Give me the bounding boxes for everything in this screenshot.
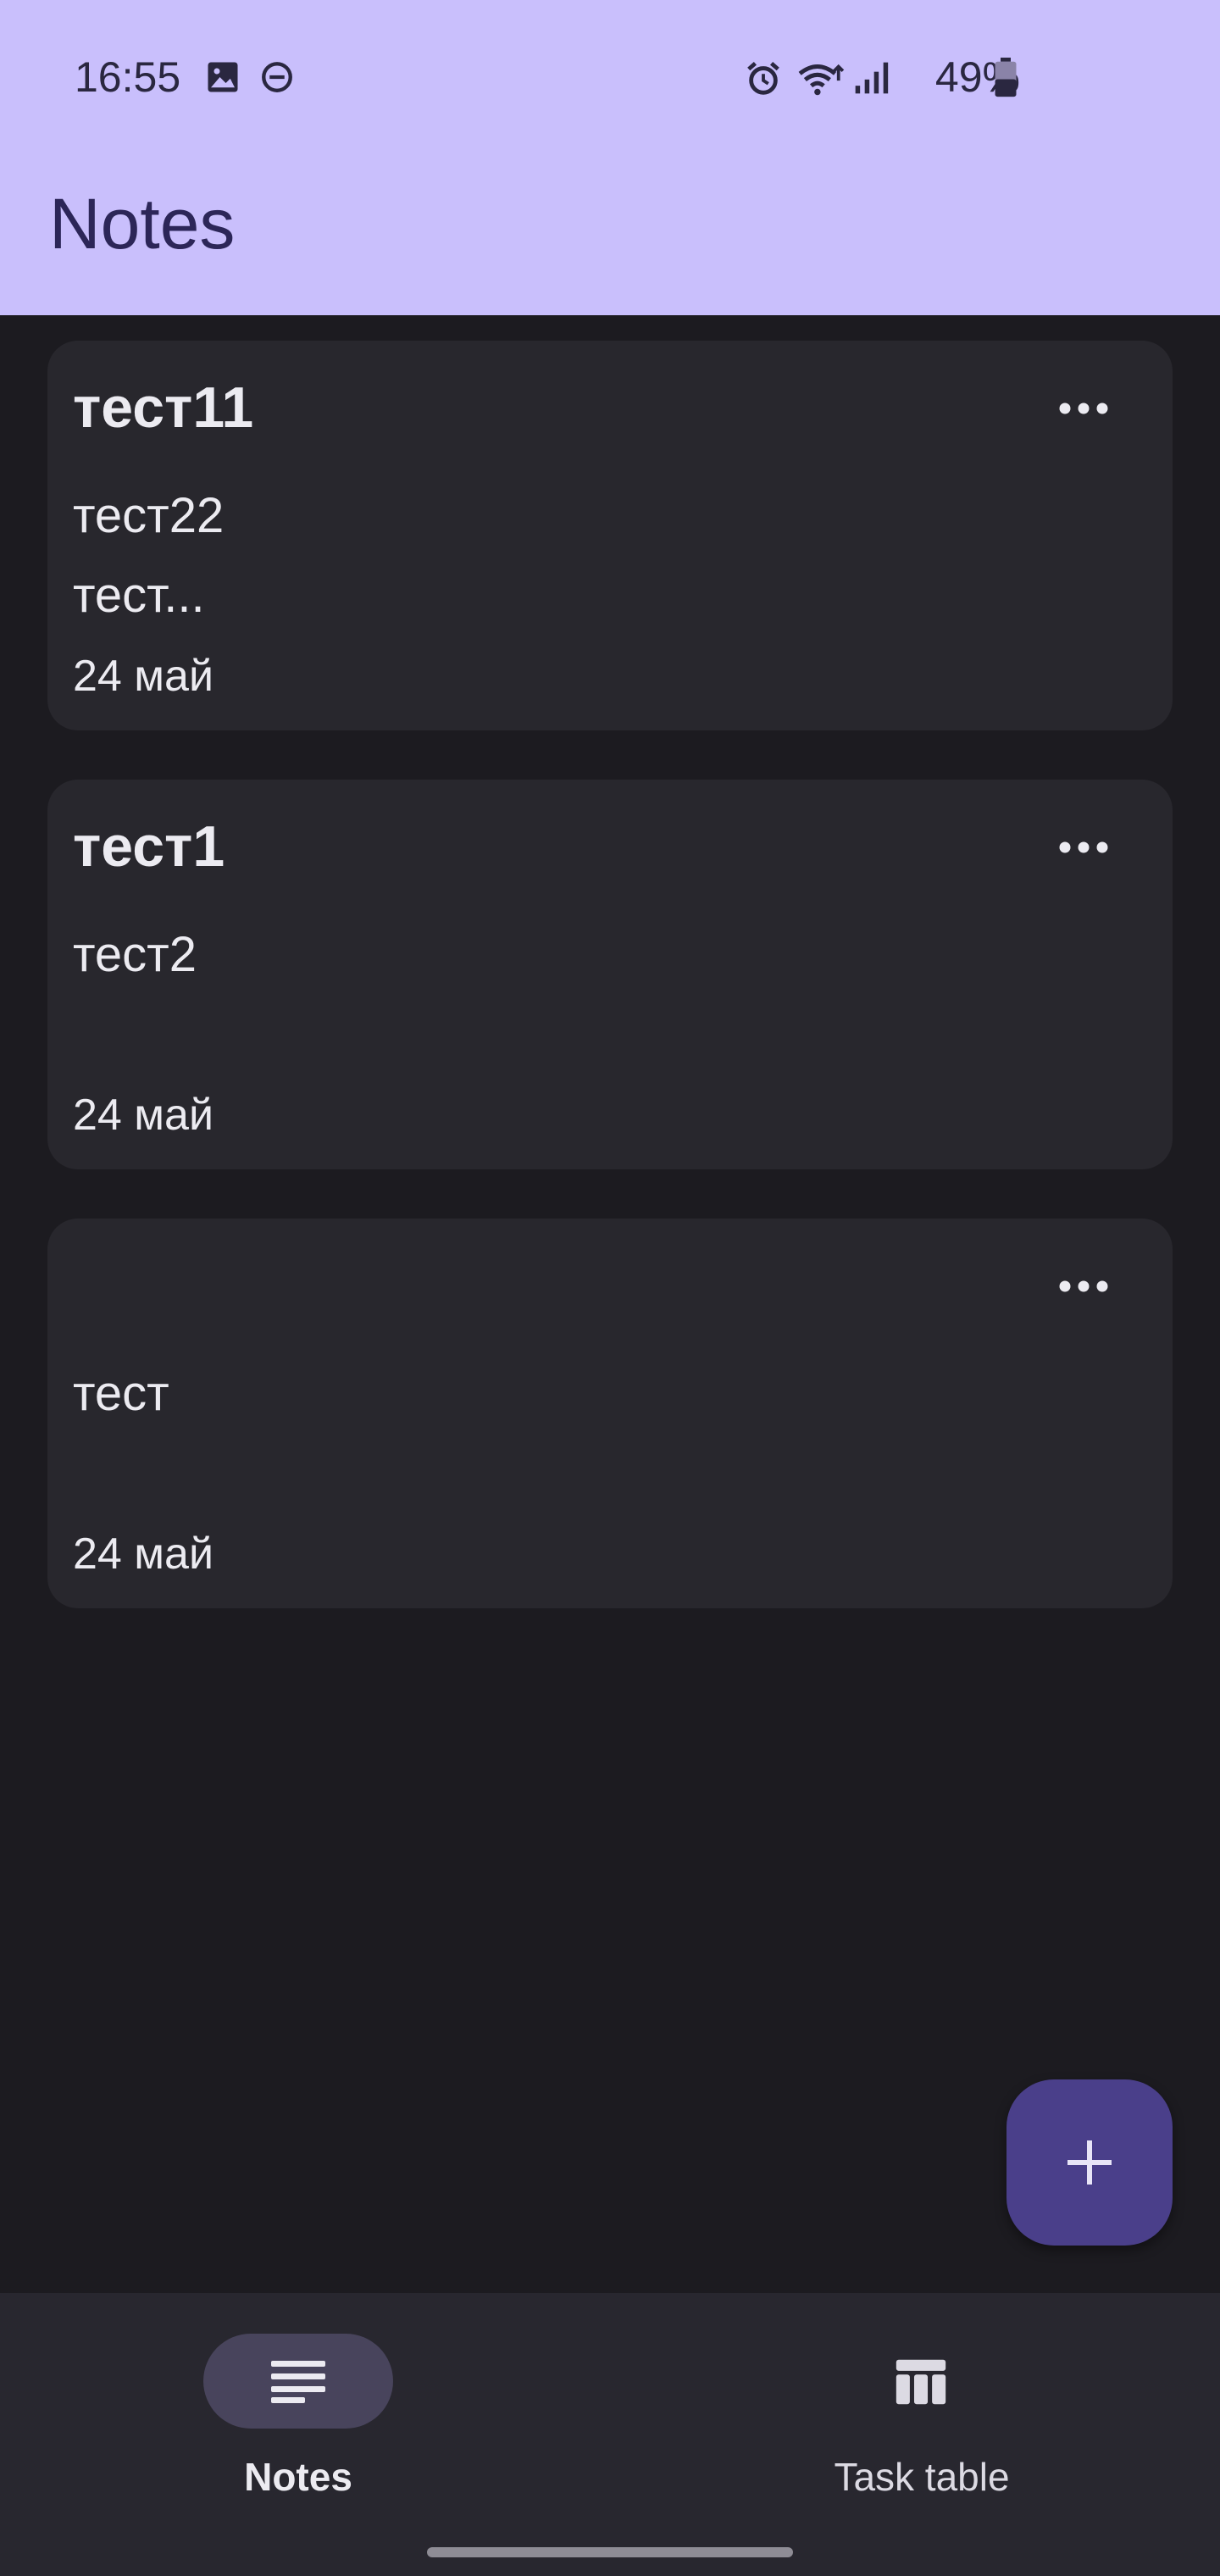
more-options-button[interactable]: [1045, 817, 1122, 878]
bottom-navigation: Notes Task table: [0, 2293, 1220, 2576]
note-body: тест2: [73, 927, 197, 982]
wifi-icon: [798, 64, 845, 96]
status-time: 16:55: [75, 53, 181, 101]
page-title: Notes: [49, 184, 236, 264]
battery-icon: [995, 58, 1017, 97]
image-icon: [208, 62, 238, 92]
notes-icon: [271, 2361, 325, 2403]
note-date: 24 май: [73, 652, 214, 701]
more-horizontal-icon: [1059, 841, 1108, 853]
more-options-button[interactable]: [1045, 378, 1122, 439]
add-note-button[interactable]: [1006, 2079, 1173, 2246]
more-options-button[interactable]: [1045, 1256, 1122, 1317]
note-card[interactable]: тест11 тест22 тест... 24 май: [47, 341, 1173, 730]
table-icon: [896, 2359, 946, 2405]
status-bar: 16:55 49%: [0, 0, 1220, 153]
dnd-icon: [262, 62, 292, 92]
plus-icon: [1068, 2140, 1112, 2185]
more-horizontal-icon: [1059, 1280, 1108, 1292]
more-horizontal-icon: [1059, 402, 1108, 414]
signal-icon: [855, 62, 889, 94]
note-card[interactable]: тест1 тест2 24 май: [47, 780, 1173, 1169]
note-card[interactable]: тест 24 май: [47, 1219, 1173, 1608]
note-body: тест22 тест...: [73, 488, 225, 623]
note-body: тест: [73, 1366, 169, 1421]
note-date: 24 май: [73, 1530, 214, 1579]
note-title: тест1: [73, 814, 225, 879]
note-date: 24 май: [73, 1091, 214, 1140]
home-indicator[interactable]: [427, 2547, 793, 2557]
nav-item-task-table[interactable]: Task table: [717, 2327, 1140, 2513]
screen: 16:55 49% Notes тест11 тест22 тест... 24…: [0, 0, 1220, 2576]
alarm-icon: [747, 61, 779, 95]
note-title: тест11: [73, 375, 254, 440]
nav-item-notes[interactable]: Notes: [93, 2327, 517, 2513]
nav-label-notes: Notes: [244, 2455, 352, 2499]
nav-label-task-table: Task table: [834, 2455, 1010, 2499]
top-app-bar: 16:55 49% Notes: [0, 0, 1220, 315]
